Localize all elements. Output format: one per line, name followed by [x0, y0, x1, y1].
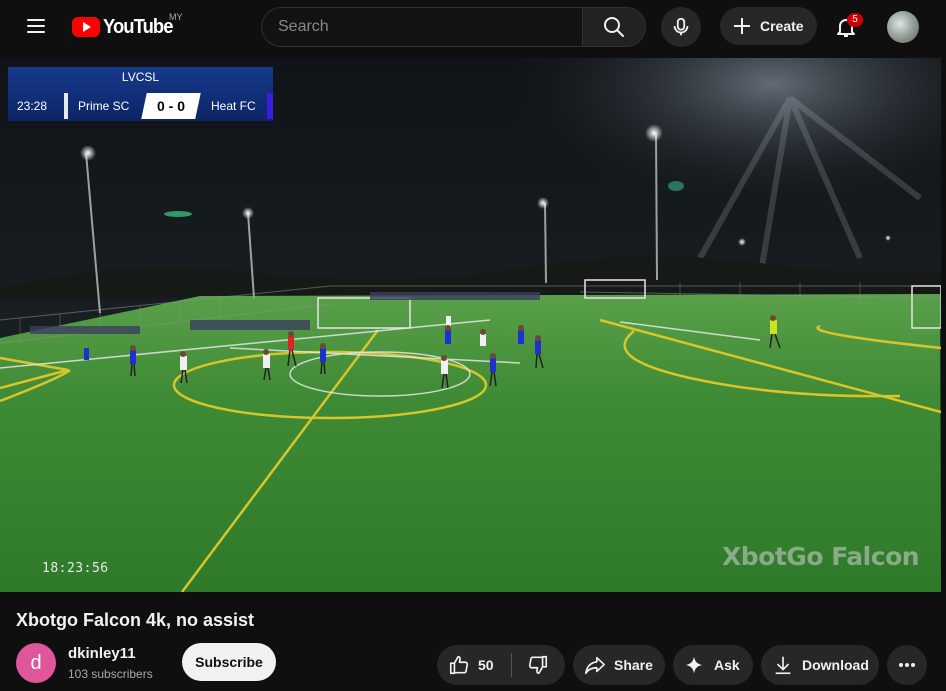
- download-label: Download: [802, 657, 869, 673]
- away-team-name: Heat FC: [211, 99, 256, 113]
- sparkle-icon: [685, 656, 703, 674]
- thumbs-up-icon: [449, 655, 469, 675]
- download-button[interactable]: Download: [761, 645, 879, 685]
- microphone-icon: [673, 17, 689, 36]
- channel-name[interactable]: dkinley11: [68, 645, 136, 662]
- create-button[interactable]: Create: [720, 7, 817, 45]
- search-input[interactable]: [278, 18, 583, 36]
- like-dislike-group: 50: [437, 645, 565, 685]
- scoreboard-league: LVCSL: [121, 70, 160, 84]
- youtube-logo[interactable]: YouTube: [72, 15, 179, 39]
- create-label: Create: [760, 18, 804, 34]
- watermark: XbotGo Falcon: [722, 542, 920, 571]
- search-icon: [604, 17, 624, 37]
- more-actions-button[interactable]: [887, 645, 927, 685]
- voice-search-button[interactable]: [661, 7, 701, 47]
- video-player[interactable]: LVCSL 23:28 Prime SC 0 - 0 Heat FC 18:23…: [0, 58, 941, 592]
- ask-button[interactable]: Ask: [673, 645, 753, 685]
- share-label: Share: [614, 657, 653, 673]
- top-bar: YouTube MY Create 5: [0, 0, 946, 56]
- channel-avatar[interactable]: d: [16, 643, 56, 683]
- download-icon: [775, 656, 791, 675]
- region-code: MY: [169, 12, 183, 22]
- like-count: 50: [478, 657, 494, 673]
- share-button[interactable]: Share: [573, 645, 665, 685]
- like-button[interactable]: 50: [437, 645, 511, 685]
- home-team-name: Prime SC: [78, 99, 130, 113]
- score: 0 - 0: [141, 93, 201, 119]
- youtube-play-icon: [72, 17, 100, 37]
- ask-label: Ask: [714, 657, 740, 673]
- scoreboard-row: 23:28 Prime SC 0 - 0 Heat FC: [8, 93, 273, 119]
- thumbs-down-icon: [528, 655, 548, 675]
- home-team-color-bar: [64, 93, 68, 119]
- search-box: [261, 7, 583, 47]
- subscriber-count: 103 subscribers: [68, 667, 153, 681]
- subscribe-button[interactable]: Subscribe: [182, 643, 276, 681]
- video-timestamp: 18:23:56: [42, 561, 109, 576]
- logo-text: YouTube: [103, 15, 173, 38]
- scoreboard-clock: 23:28: [17, 99, 48, 113]
- search-button[interactable]: [582, 7, 646, 47]
- video-title: Xbotgo Falcon 4k, no assist: [16, 610, 255, 630]
- dislike-button[interactable]: [512, 645, 564, 685]
- scoreboard-overlay: LVCSL 23:28 Prime SC 0 - 0 Heat FC: [8, 67, 273, 121]
- notification-badge: 5: [847, 13, 863, 27]
- share-icon: [585, 656, 605, 675]
- away-team-color-bar: [267, 93, 273, 119]
- score-text: 0 - 0: [156, 98, 185, 114]
- video-frame: [0, 58, 941, 592]
- account-avatar[interactable]: [887, 11, 919, 43]
- notifications-button[interactable]: 5: [826, 7, 866, 47]
- plus-icon: [734, 18, 750, 34]
- more-horizontal-icon: [899, 663, 915, 667]
- menu-icon[interactable]: [20, 10, 52, 42]
